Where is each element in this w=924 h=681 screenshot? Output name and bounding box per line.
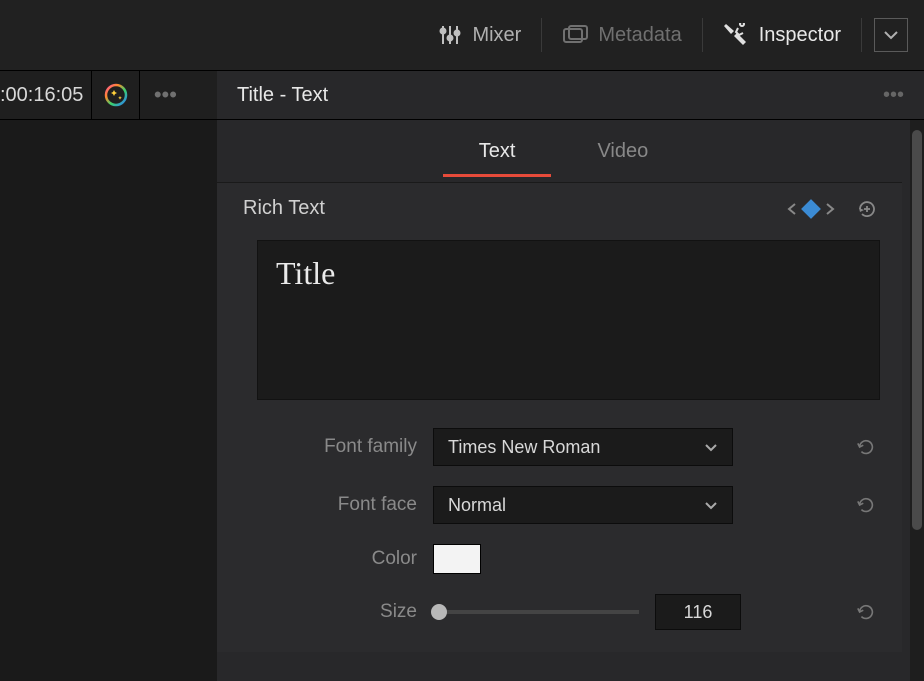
panel-scrollbar[interactable] [910, 120, 924, 681]
reset-circle-icon [856, 198, 878, 220]
chevron-left-icon [786, 202, 798, 216]
panel-title: Title - Text [237, 84, 328, 107]
mixer-icon [438, 24, 462, 46]
tab-text[interactable]: Text [473, 124, 522, 179]
scrollbar-thumb[interactable] [912, 130, 922, 530]
color-swatch-button[interactable] [433, 544, 481, 574]
tab-video[interactable]: Video [591, 124, 654, 179]
metadata-icon [562, 25, 588, 45]
timecode-display: :00:16:05 [0, 71, 92, 119]
font-family-reset-button[interactable] [852, 437, 880, 457]
chevron-down-icon [883, 30, 899, 40]
chevron-down-icon [704, 501, 718, 510]
separator [861, 18, 862, 52]
size-reset-button[interactable] [852, 602, 880, 622]
sparkle-icon [104, 83, 128, 107]
undo-icon [856, 437, 876, 457]
magic-tool-button[interactable] [92, 71, 140, 119]
font-family-dropdown[interactable]: Times New Roman [433, 428, 733, 466]
metadata-button[interactable]: Metadata [542, 15, 701, 55]
panel-more-button[interactable]: ••• [883, 84, 904, 107]
font-face-dropdown[interactable]: Normal [433, 486, 733, 524]
expand-dropdown-button[interactable] [874, 18, 908, 52]
inspector-label: Inspector [759, 24, 841, 47]
keyframe-nav[interactable] [786, 202, 836, 216]
inspector-button[interactable]: Inspector [703, 15, 861, 55]
mixer-label: Mixer [472, 24, 521, 47]
text-content-input[interactable]: Title [257, 240, 880, 400]
font-face-label: Font face [257, 494, 417, 516]
size-slider[interactable] [439, 610, 639, 614]
size-label: Size [257, 601, 417, 623]
add-keyframe-button[interactable] [856, 198, 878, 220]
inspector-icon [723, 23, 749, 47]
tab-text-label: Text [479, 140, 516, 162]
undo-icon [856, 495, 876, 515]
chevron-down-icon [704, 443, 718, 452]
tab-video-label: Video [597, 140, 648, 162]
chevron-right-icon [824, 202, 836, 216]
font-family-value: Times New Roman [448, 437, 600, 458]
undo-icon [856, 602, 876, 622]
metadata-label: Metadata [598, 24, 681, 47]
font-family-label: Font family [257, 436, 417, 458]
size-input[interactable]: 116 [655, 594, 741, 630]
more-options-button[interactable]: ••• [140, 71, 190, 119]
keyframe-diamond-icon [801, 199, 821, 219]
font-face-value: Normal [448, 495, 506, 516]
size-slider-thumb[interactable] [431, 604, 447, 620]
left-gutter [0, 120, 217, 681]
timecode-value: :00:16:05 [0, 84, 83, 107]
text-content[interactable]: Title [276, 255, 861, 292]
section-title: Rich Text [243, 197, 325, 220]
font-face-reset-button[interactable] [852, 495, 880, 515]
mixer-button[interactable]: Mixer [418, 15, 541, 55]
size-value: 116 [684, 602, 713, 623]
color-label: Color [257, 548, 417, 570]
ellipsis-icon: ••• [154, 82, 177, 108]
